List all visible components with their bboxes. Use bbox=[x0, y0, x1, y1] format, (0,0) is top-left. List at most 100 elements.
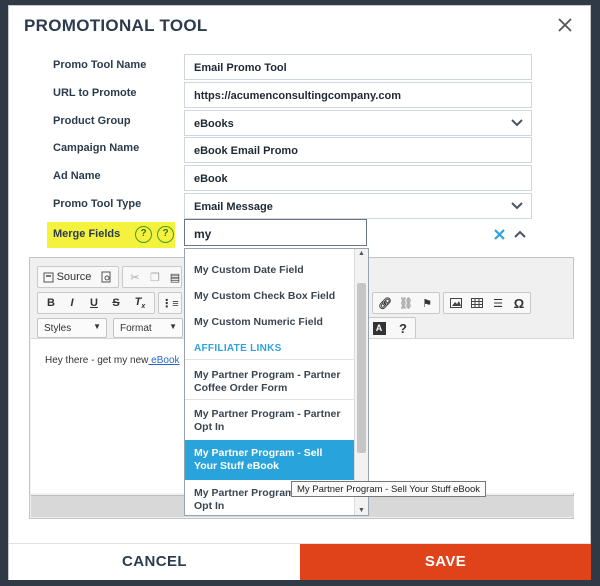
merge-fields-actions bbox=[494, 228, 534, 242]
scroll-up-icon[interactable]: ▲ bbox=[358, 250, 365, 257]
clear-icon[interactable] bbox=[494, 229, 505, 240]
horizontal-rule-icon: ☰ bbox=[493, 297, 503, 310]
cancel-button[interactable]: CANCEL bbox=[9, 544, 300, 580]
editor-text: Hey there - get my new bbox=[45, 355, 149, 366]
paste-icon: ▤ bbox=[169, 271, 181, 284]
merge-fields-highlight: Merge Fields ? ? bbox=[47, 222, 175, 248]
paste-button[interactable]: ▤ bbox=[165, 267, 185, 287]
numbered-list-icon: ⋮≡ bbox=[161, 297, 179, 310]
source-button[interactable]: Source bbox=[40, 267, 94, 287]
source-label: Source bbox=[56, 271, 92, 283]
underline-button[interactable]: U bbox=[84, 293, 104, 313]
help-icon: ? bbox=[399, 320, 407, 336]
table-button[interactable] bbox=[467, 293, 487, 313]
row-promo-tool-name: Promo Tool Name Email Promo Tool bbox=[9, 54, 590, 80]
dropdown-item[interactable]: My Custom Numeric Field bbox=[185, 316, 355, 329]
image-button[interactable] bbox=[446, 293, 466, 313]
cut-icon: ✂ bbox=[130, 271, 140, 284]
copy-button[interactable]: ❐ bbox=[145, 267, 165, 287]
toolbar-group-misc: A ? bbox=[366, 317, 416, 339]
cut-button[interactable]: ✂ bbox=[125, 267, 145, 287]
chevron-down-icon bbox=[511, 119, 523, 127]
remove-format-button[interactable]: Tx bbox=[130, 293, 150, 313]
image-icon bbox=[450, 298, 462, 308]
preview-button[interactable] bbox=[96, 267, 116, 287]
format-combo[interactable]: Format ▼ bbox=[113, 318, 183, 338]
toolbar-group-links: 🔗︎ ⛓︎ ⚑ bbox=[372, 292, 440, 314]
scroll-down-icon[interactable]: ▼ bbox=[358, 507, 365, 514]
bold-icon: B bbox=[47, 297, 55, 309]
promotional-tool-modal: PROMOTIONAL TOOL Promo Tool Name Email P… bbox=[8, 5, 591, 580]
promo-tool-type-label: Promo Tool Type bbox=[53, 198, 142, 210]
source-icon bbox=[43, 272, 54, 282]
row-campaign-name: Campaign Name eBook Email Promo bbox=[9, 137, 590, 163]
campaign-name-input[interactable]: eBook Email Promo bbox=[184, 137, 532, 163]
dropdown-scrollbar[interactable]: ▲ ▼ bbox=[354, 249, 368, 515]
about-button[interactable]: ? bbox=[393, 318, 413, 338]
row-ad-name: Ad Name eBook bbox=[9, 165, 590, 191]
toolbar-group-basicstyles: B I U S Tx bbox=[37, 292, 155, 314]
divider bbox=[185, 359, 355, 360]
item-tooltip: My Partner Program - Sell Your Stuff eBo… bbox=[291, 481, 487, 497]
product-group-label: Product Group bbox=[53, 115, 131, 127]
horizontal-rule-button[interactable]: ☰ bbox=[488, 293, 508, 313]
unlink-icon: ⛓︎ bbox=[399, 297, 413, 310]
numbered-list-button[interactable]: ⋮≡ bbox=[160, 293, 180, 313]
special-char-button[interactable]: Ω bbox=[509, 293, 529, 313]
modal-footer: CANCEL SAVE bbox=[9, 543, 591, 580]
omega-icon: Ω bbox=[513, 295, 525, 311]
bold-button[interactable]: B bbox=[41, 293, 61, 313]
styles-combo[interactable]: Styles ▼ bbox=[37, 318, 107, 338]
italic-button[interactable]: I bbox=[62, 293, 82, 313]
strike-button[interactable]: S bbox=[106, 293, 126, 313]
text-color-button[interactable]: A bbox=[369, 318, 389, 338]
toolbar-group-insert: ☰ Ω bbox=[443, 292, 531, 314]
dropdown-item[interactable]: My Custom Date Field bbox=[185, 264, 355, 277]
divider bbox=[185, 399, 355, 400]
strikethrough-icon: S bbox=[112, 297, 120, 309]
toolbar-group-list: ⋮≡ bbox=[158, 292, 182, 314]
ad-name-label: Ad Name bbox=[53, 170, 101, 182]
caret-down-icon: ▼ bbox=[93, 322, 101, 331]
product-group-select[interactable]: eBooks bbox=[184, 110, 532, 136]
flag-icon: ⚑ bbox=[422, 297, 432, 310]
dropdown-item-selected[interactable]: My Partner Program - Sell Your Stuff eBo… bbox=[185, 440, 355, 480]
toolbar-group-source: Source bbox=[37, 266, 119, 288]
table-icon bbox=[471, 298, 483, 308]
url-to-promote-label: URL to Promote bbox=[53, 87, 137, 99]
merge-fields-dropdown: My Custom Date Field My Custom Check Box… bbox=[184, 248, 369, 516]
affiliate-links-header: AFFILIATE LINKS bbox=[194, 343, 282, 354]
link-button[interactable]: 🔗︎ bbox=[375, 293, 395, 313]
ad-name-input[interactable]: eBook bbox=[184, 165, 532, 191]
row-product-group: Product Group eBooks bbox=[9, 110, 590, 136]
row-promo-tool-type: Promo Tool Type Email Message bbox=[9, 193, 590, 219]
promo-tool-type-select[interactable]: Email Message bbox=[184, 193, 532, 219]
preview-icon bbox=[101, 271, 110, 283]
promo-tool-name-input[interactable]: Email Promo Tool bbox=[184, 54, 532, 80]
copy-icon: ❐ bbox=[150, 271, 160, 284]
dropdown-item[interactable]: My Partner Program - Partner Coffee Orde… bbox=[185, 369, 355, 395]
scroll-thumb[interactable] bbox=[357, 283, 366, 453]
format-label: Format bbox=[120, 323, 152, 334]
italic-icon: I bbox=[70, 297, 74, 309]
save-button[interactable]: SAVE bbox=[300, 544, 591, 580]
url-to-promote-input[interactable]: https://acumenconsultingcompany.com bbox=[184, 82, 532, 108]
merge-fields-input[interactable]: my bbox=[184, 219, 367, 246]
close-button[interactable] bbox=[554, 14, 576, 36]
dropdown-item[interactable]: My Custom Check Box Field bbox=[185, 290, 355, 303]
help-icon-2[interactable]: ? bbox=[157, 226, 174, 243]
campaign-name-label: Campaign Name bbox=[53, 142, 140, 154]
close-icon bbox=[558, 18, 572, 32]
underline-icon: U bbox=[90, 297, 98, 309]
unlink-button[interactable]: ⛓︎ bbox=[396, 293, 416, 313]
anchor-button[interactable]: ⚑ bbox=[417, 293, 437, 313]
modal-title: PROMOTIONAL TOOL bbox=[24, 16, 208, 35]
dropdown-item[interactable]: My Partner Program - Partner Opt In bbox=[185, 408, 355, 434]
product-group-value: eBooks bbox=[194, 118, 234, 130]
editor-link[interactable]: eBook bbox=[148, 355, 179, 366]
help-icon[interactable]: ? bbox=[135, 226, 152, 243]
row-url-to-promote: URL to Promote https://acumenconsultingc… bbox=[9, 82, 590, 108]
remove-format-icon: Tx bbox=[134, 295, 146, 311]
chevron-up-icon[interactable] bbox=[514, 230, 526, 238]
chevron-down-icon bbox=[511, 202, 523, 210]
